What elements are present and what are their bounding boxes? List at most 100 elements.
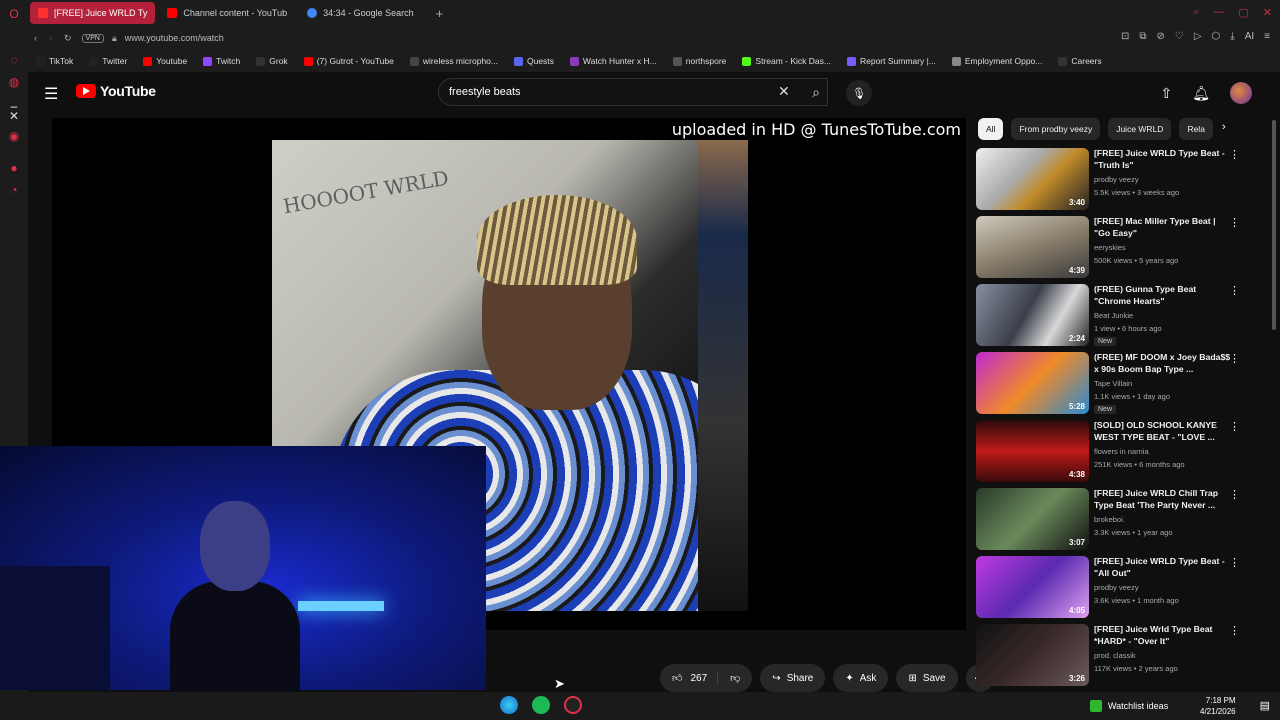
bookmark-item[interactable]: wireless micropho... (409, 56, 498, 66)
vpn-badge[interactable]: VPN (81, 33, 104, 43)
video-options-icon[interactable]: ⋮ (1229, 556, 1240, 569)
clear-search-icon[interactable]: ✕ (778, 83, 790, 100)
bookmark-item[interactable]: Youtube (143, 56, 187, 66)
video-options-icon[interactable]: ⋮ (1229, 488, 1240, 501)
channel-name[interactable]: prod. classik (1094, 651, 1136, 660)
save-button[interactable]: ⊞ Save (896, 664, 958, 692)
maximize-icon[interactable]: ▢ (1238, 6, 1248, 19)
bookmark-item[interactable]: Stream - Kick Das... (742, 56, 831, 66)
video-title[interactable]: [SOLD] OLD SCHOOL KANYE WEST TYPE BEAT -… (1094, 419, 1234, 443)
video-options-icon[interactable]: ⋮ (1229, 284, 1240, 297)
video-thumbnail[interactable]: 3:07 (976, 488, 1089, 550)
like-button[interactable]: 👍︎ 267 (672, 672, 719, 684)
chip-all[interactable]: All (978, 118, 1004, 140)
recommended-video[interactable]: 4:39 [FREE] Mac Miller Type Beat | "Go Ea… (976, 214, 1256, 282)
notification-center-icon[interactable]: ▤ (1260, 699, 1270, 712)
video-thumbnail[interactable]: 2:24 (976, 284, 1089, 346)
recommended-video[interactable]: 4:38 [SOLD] OLD SCHOOL KANYE WEST TYPE BE… (976, 418, 1256, 486)
video-title[interactable]: [FREE] Juice WRLD Type Beat - "All Out" (1094, 555, 1234, 579)
video-title[interactable]: [FREE] Juice WRLD Type Beat - "Truth Is" (1094, 147, 1234, 171)
channel-name[interactable]: Tape Villain (1094, 379, 1132, 388)
channel-name[interactable]: flowers in narnia (1094, 447, 1149, 456)
bookmark-item[interactable]: Grok (256, 56, 288, 66)
video-thumbnail[interactable]: 3:40 (976, 148, 1089, 210)
video-title[interactable]: [FREE] Mac Miller Type Beat | "Go Easy" (1094, 215, 1234, 239)
video-options-icon[interactable]: ⋮ (1229, 148, 1240, 161)
sidebar-music-icon[interactable]: ● (6, 160, 22, 176)
recommended-video[interactable]: 3:26 [FREE] Juice Wrld Type Beat *HARD* -… (976, 622, 1256, 690)
video-thumbnail[interactable]: 4:39 (976, 216, 1089, 278)
channel-name[interactable]: prodby veezy (1094, 175, 1139, 184)
forward-icon[interactable]: › (49, 33, 52, 44)
video-thumbnail[interactable]: 4:38 (976, 420, 1089, 482)
channel-name[interactable]: prodby veezy (1094, 583, 1139, 592)
chips-next-arrow-icon[interactable]: › (1222, 121, 1226, 133)
bookmark-item[interactable]: Report Summary |... (846, 56, 936, 66)
youtube-logo[interactable]: YouTube (76, 83, 156, 99)
download-icon[interactable]: ⤓ (1230, 31, 1234, 42)
sidebar-history-icon[interactable]: ◔ (6, 182, 22, 198)
opera-gx-icon[interactable] (564, 696, 582, 714)
menu-icon[interactable]: ≡ (1264, 31, 1270, 42)
bookmark-item[interactable]: Careers (1058, 56, 1102, 66)
bookmark-item[interactable]: Twitch (203, 56, 240, 66)
dislike-button[interactable]: 👎︎ (718, 672, 752, 684)
channel-name[interactable]: Beat Junkie (1094, 311, 1133, 320)
extensions-icon[interactable]: ⬡ (1212, 31, 1221, 42)
bookmark-item[interactable]: northspore (672, 56, 726, 66)
reload-icon[interactable]: ↻ (64, 33, 72, 44)
search-button-icon[interactable]: ⌕ (801, 78, 831, 106)
chip-juice-wrld[interactable]: Juice WRLD (1108, 118, 1172, 140)
opera-logo-icon[interactable]: O (6, 6, 22, 22)
bookmark-item[interactable]: TikTok (36, 56, 73, 66)
ask-button[interactable]: ✦ Ask (833, 664, 889, 692)
video-options-icon[interactable]: ⋮ (1229, 624, 1240, 637)
scrollbar[interactable] (1272, 120, 1276, 330)
tab-google-search[interactable]: 34:34 - Google Search (299, 2, 422, 24)
bookmark-item[interactable]: Quests (513, 56, 554, 66)
chip-from-channel[interactable]: From prodby veezy (1011, 118, 1101, 140)
video-title[interactable]: [FREE] Juice Wrld Type Beat *HARD* - "Ov… (1094, 623, 1234, 647)
edge-browser-icon[interactable] (500, 696, 518, 714)
sidebar-instagram-icon[interactable]: ◉ (6, 128, 22, 144)
bookmark-item[interactable]: Twitter (89, 56, 127, 66)
back-icon[interactable]: ‹ (34, 33, 37, 44)
hamburger-menu-icon[interactable]: ☰ (44, 84, 58, 104)
share-button[interactable]: ↪ Share (760, 664, 826, 692)
sidebar-feature-icon[interactable]: ◌ (6, 52, 22, 68)
channel-name[interactable]: brokeboi. (1094, 515, 1125, 524)
avatar[interactable] (1230, 82, 1252, 104)
search-tabs-icon[interactable]: ⌕ (1193, 6, 1199, 19)
sidebar-messenger-icon[interactable]: ◍ (6, 74, 22, 90)
video-thumbnail[interactable]: 3:26 (976, 624, 1089, 686)
recommended-video[interactable]: 4:05 [FREE] Juice WRLD Type Beat - "All O… (976, 554, 1256, 622)
video-title[interactable]: [FREE] Juice WRLD Chill Trap Type Beat '… (1094, 487, 1234, 511)
video-options-icon[interactable]: ⋮ (1229, 420, 1240, 433)
ai-icon[interactable]: AI (1245, 31, 1254, 42)
upload-icon[interactable]: ⇧ (1160, 85, 1172, 102)
url-field[interactable]: www.youtube.com/watch (125, 33, 224, 43)
tab-channel-content[interactable]: Channel content - YouTub (159, 2, 295, 24)
bookmark-item[interactable]: Employment Oppo... (951, 56, 1042, 66)
bookmark-icon[interactable]: ⊡ (1121, 31, 1129, 42)
video-title[interactable]: (FREE) MF DOOM x Joey Bada$$ x 90s Boom … (1094, 351, 1234, 375)
minimize-icon[interactable]: — (1213, 6, 1224, 19)
recommended-video[interactable]: 3:07 [FREE] Juice WRLD Chill Trap Type Be… (976, 486, 1256, 554)
voice-search-icon[interactable]: 🎙︎ (846, 80, 872, 106)
recommended-video[interactable]: 3:40 [FREE] Juice WRLD Type Beat - "Truth… (976, 146, 1256, 214)
bookmark-item[interactable]: Watch Hunter x H... (569, 56, 657, 66)
video-options-icon[interactable]: ⋮ (1229, 216, 1240, 229)
system-clock[interactable]: 7:18 PM 4/21/2026 (1200, 695, 1236, 717)
twitter-x-icon[interactable]: ✕ (6, 108, 22, 124)
notifications-bell-icon[interactable]: 🔔︎ (1192, 85, 1210, 102)
video-thumbnail[interactable]: 5:28 (976, 352, 1089, 414)
video-title[interactable]: (FREE) Gunna Type Beat "Chrome Hearts" (1094, 283, 1234, 307)
new-tab-button[interactable]: + (426, 6, 454, 21)
bookmark-item[interactable]: (7) Gutrot - YouTube (303, 56, 394, 66)
recommended-video[interactable]: 5:28 (FREE) MF DOOM x Joey Bada$$ x 90s B… (976, 350, 1256, 418)
adblock-icon[interactable]: ⊘ (1156, 31, 1164, 42)
snapshot-icon[interactable]: ⧉ (1139, 31, 1146, 42)
player-icon[interactable]: ▷ (1194, 31, 1202, 42)
video-thumbnail[interactable]: 4:05 (976, 556, 1089, 618)
channel-name[interactable]: eeryskies (1094, 243, 1126, 252)
